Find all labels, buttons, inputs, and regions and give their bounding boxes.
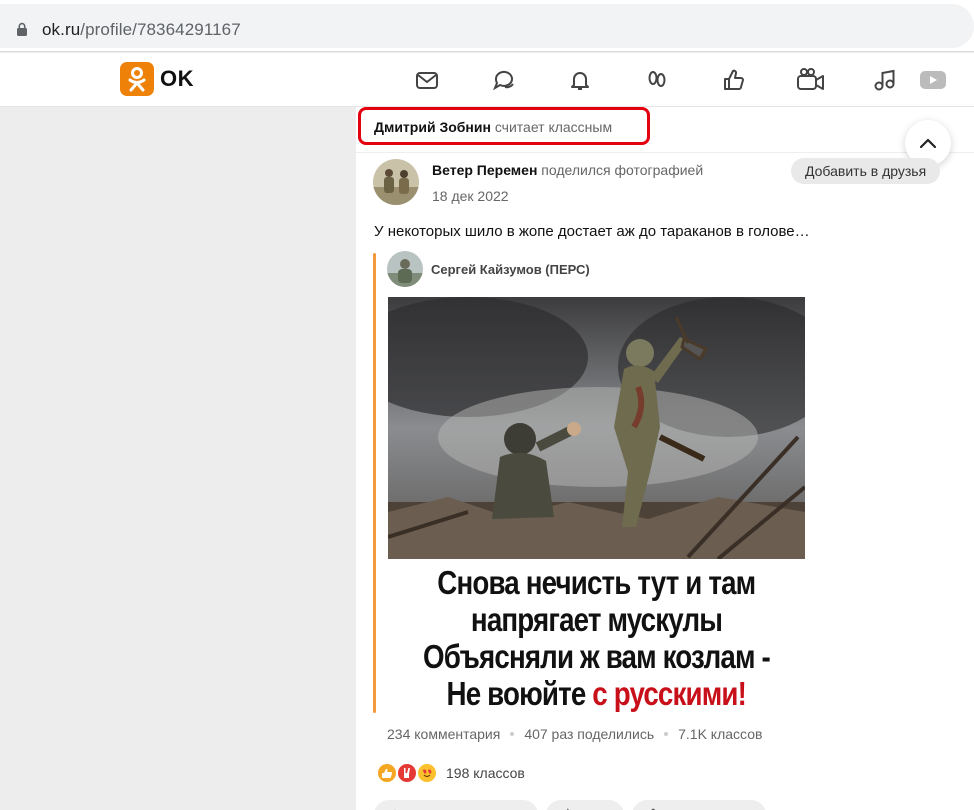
like-reaction-icon bbox=[376, 762, 398, 784]
caption-line-4: Не воюйте с русскими! bbox=[446, 674, 748, 712]
guests-icon[interactable] bbox=[644, 67, 670, 93]
comments-count[interactable]: 234 комментария bbox=[387, 726, 500, 742]
annotation-highlight bbox=[358, 107, 650, 145]
video-calls-icon[interactable] bbox=[796, 67, 826, 93]
marks-icon[interactable] bbox=[721, 67, 747, 93]
classes-count[interactable]: 7.1K классов bbox=[678, 726, 762, 742]
post-text: У некоторых шило в жопе достает аж до та… bbox=[374, 223, 810, 240]
post-photo[interactable]: Снова нечисть тут и там напрягает мускул… bbox=[388, 297, 805, 716]
post-actions: Комментировать 0 10 Класс! 198 bbox=[374, 800, 766, 810]
author-avatar[interactable] bbox=[373, 159, 419, 205]
caption-line-2: напрягает мускулы bbox=[470, 600, 723, 638]
feed-card: Дмитрий Зобнин считает классным Ветер Пе… bbox=[356, 107, 974, 810]
image-caption: Снова нечисть тут и там напрягает мускул… bbox=[388, 559, 805, 716]
caption-line-1: Снова нечисть тут и там bbox=[437, 563, 756, 601]
original-author-avatar[interactable] bbox=[387, 251, 423, 287]
original-author-name[interactable]: Сергей Кайзумов (ПЕРС) bbox=[431, 262, 590, 277]
comment-count: 0 bbox=[517, 800, 524, 810]
ok-logo[interactable]: OK bbox=[120, 62, 194, 96]
chevron-up-icon bbox=[919, 138, 937, 149]
url-text: ok.ru/profile/78364291167 bbox=[42, 20, 241, 40]
video-icon[interactable] bbox=[919, 67, 947, 93]
class-count: 198 bbox=[730, 800, 752, 810]
author-action: поделился фотографией bbox=[541, 162, 704, 178]
add-friend-button[interactable]: Добавить в друзья bbox=[791, 158, 941, 184]
url-path: /profile/78364291167 bbox=[80, 20, 241, 39]
class-label: Класс! bbox=[666, 800, 705, 810]
reactions-count: 198 классов bbox=[446, 765, 525, 781]
post-date[interactable]: 18 дек 2022 bbox=[432, 188, 509, 204]
soldiers-image bbox=[388, 297, 805, 561]
lock-icon bbox=[17, 22, 27, 36]
music-icon[interactable] bbox=[872, 67, 898, 93]
caption-line-3: Объясняли ж вам козлам - bbox=[423, 637, 771, 675]
comment-button[interactable]: Комментировать 0 bbox=[374, 800, 538, 810]
comment-label: Комментировать bbox=[408, 800, 509, 810]
author-line: Ветер Перемен поделился фотографией bbox=[432, 162, 703, 178]
logo-text: OK bbox=[160, 66, 194, 91]
separator-dot bbox=[664, 732, 669, 736]
discussions-icon[interactable] bbox=[491, 67, 517, 93]
caption-line-4-red: с русскими! bbox=[592, 674, 748, 712]
divider bbox=[356, 152, 974, 153]
post-stats: 234 комментария 407 раз поделились 7.1K … bbox=[387, 726, 762, 742]
messages-icon[interactable] bbox=[414, 67, 440, 93]
rock-reaction-icon bbox=[396, 762, 418, 784]
share-button[interactable]: 10 bbox=[546, 800, 624, 810]
separator-dot bbox=[510, 732, 515, 736]
url-host: ok.ru bbox=[42, 20, 81, 39]
love-reaction-icon bbox=[416, 762, 438, 784]
site-header: OK bbox=[0, 53, 974, 107]
ok-logo-icon bbox=[120, 62, 154, 96]
notifications-icon[interactable] bbox=[567, 67, 593, 93]
share-count: 10 bbox=[580, 800, 594, 810]
reactions-summary[interactable]: 198 классов bbox=[376, 762, 525, 784]
shares-count[interactable]: 407 раз поделились bbox=[524, 726, 654, 742]
caption-line-4-prefix: Не воюйте bbox=[446, 674, 593, 712]
browser-address-bar: ok.ru/profile/78364291167 bbox=[0, 0, 974, 52]
author-name[interactable]: Ветер Перемен bbox=[432, 162, 537, 178]
reshare-line bbox=[373, 253, 376, 713]
class-button[interactable]: Класс! 198 bbox=[632, 800, 766, 810]
url-field[interactable]: ok.ru/profile/78364291167 bbox=[0, 4, 974, 48]
